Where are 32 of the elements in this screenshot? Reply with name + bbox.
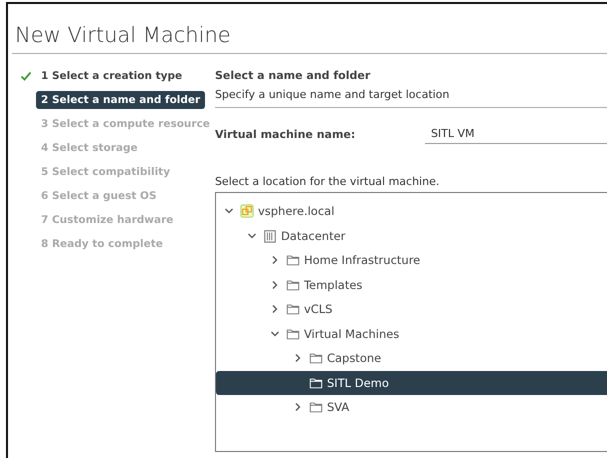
window-title: New Virtual Machine bbox=[12, 4, 607, 54]
folder-icon bbox=[286, 253, 300, 268]
chevron-down-icon[interactable] bbox=[246, 230, 257, 241]
chevron-right-icon[interactable] bbox=[270, 255, 280, 266]
tree-item[interactable]: Datacenter bbox=[216, 224, 607, 248]
tree-item[interactable]: Capstone bbox=[216, 346, 607, 370]
tree-item[interactable]: vsphere.local bbox=[216, 199, 607, 224]
chevron-right-icon[interactable] bbox=[292, 402, 303, 412]
tree-item[interactable]: Templates bbox=[216, 272, 607, 297]
folder-icon bbox=[286, 302, 300, 316]
chevron-right-icon[interactable] bbox=[270, 304, 280, 314]
tree-item[interactable]: SITL Demo bbox=[216, 370, 607, 395]
folder-icon bbox=[286, 278, 300, 292]
wizard-step[interactable]: 2 Select a name and folder bbox=[36, 91, 206, 109]
chevron-right-icon[interactable] bbox=[270, 280, 280, 290]
folder-icon bbox=[308, 351, 323, 366]
section-description: Specify a unique name and target location bbox=[214, 87, 450, 103]
wizard-step[interactable]: 1 Select a creation type bbox=[36, 67, 188, 85]
folder-icon bbox=[286, 326, 300, 341]
tree-item[interactable]: Home Infrastructure bbox=[216, 248, 607, 272]
folder-icon bbox=[308, 376, 323, 390]
folder-icon bbox=[308, 400, 323, 414]
field-label: Virtual machine name: bbox=[214, 128, 356, 140]
tree-item[interactable]: Virtual Machines bbox=[216, 322, 607, 346]
cubes-icon bbox=[240, 204, 254, 218]
section-heading: Select a name and folder bbox=[214, 68, 372, 84]
tree-item[interactable]: vCLS bbox=[216, 297, 607, 322]
chevron-right-icon[interactable] bbox=[292, 353, 303, 364]
location-prompt: Select a location for the virtual machine. bbox=[214, 175, 440, 190]
tree-item[interactable]: SVA bbox=[216, 395, 607, 420]
building-icon bbox=[262, 228, 277, 243]
chevron-down-icon[interactable] bbox=[270, 328, 280, 339]
